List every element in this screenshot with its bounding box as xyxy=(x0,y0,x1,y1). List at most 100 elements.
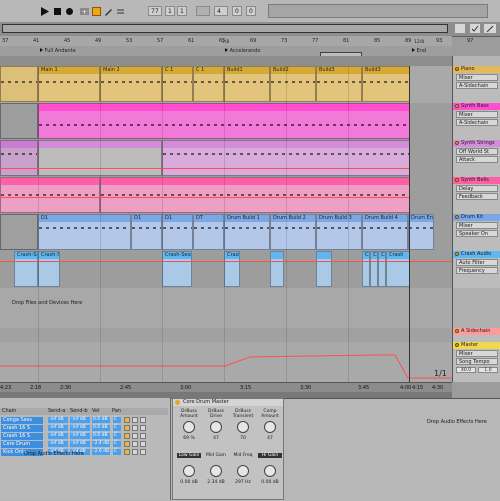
track-activator-icon[interactable] xyxy=(455,141,459,145)
arrangement-view[interactable]: Main 1 Main 2 C 1 C 1 Build1 Build2 Buil… xyxy=(0,66,452,382)
parameter-chooser[interactable]: A-Sidechain xyxy=(456,119,498,126)
stop-icon[interactable] xyxy=(53,7,62,16)
track-synth-strings-lane[interactable] xyxy=(0,140,452,178)
automation-arm-icon[interactable] xyxy=(92,7,101,16)
clip-crash[interactable]: Crash xyxy=(224,251,240,287)
clip-main-1[interactable]: Main 1 xyxy=(38,66,100,102)
position-beat[interactable]: 1 xyxy=(177,6,187,16)
clip-drum-end[interactable]: Drum End xyxy=(408,214,434,250)
clip-crash[interactable]: Crash-S xyxy=(38,251,60,287)
clip-dt[interactable]: DT xyxy=(193,214,224,250)
clip-drum-build-1[interactable]: Drum Build 1 xyxy=(224,214,270,250)
send-a-field[interactable]: -inf dB xyxy=(48,417,68,423)
parameter-chooser[interactable]: Frequency xyxy=(456,267,498,274)
solo-toggle[interactable] xyxy=(132,425,138,431)
device-activator-icon[interactable] xyxy=(175,400,180,405)
chain-name[interactable]: Conga Sess xyxy=(1,417,43,424)
track-activator-icon[interactable] xyxy=(455,67,459,71)
play-toggle[interactable] xyxy=(140,433,146,439)
volume-field[interactable]: 0.0 dB xyxy=(92,417,110,423)
draw-mode-icon[interactable] xyxy=(104,7,113,16)
chain-name[interactable]: Crash 16 S xyxy=(1,433,43,440)
clip-crash[interactable]: Cr xyxy=(362,251,370,287)
pan-field[interactable]: C xyxy=(113,425,121,431)
macro-knob[interactable] xyxy=(210,465,222,477)
tempo-field[interactable]: 77 xyxy=(148,6,162,16)
volume-field[interactable]: 0.0 dB xyxy=(92,425,110,431)
pan-field[interactable]: C xyxy=(113,417,121,423)
clip-build1[interactable]: Build1 xyxy=(224,66,270,102)
device-chooser[interactable]: Auto Filter xyxy=(456,259,498,266)
play-toggle[interactable] xyxy=(140,417,146,423)
clip-bells-2[interactable] xyxy=(100,177,410,213)
pencil-icon[interactable] xyxy=(484,24,496,33)
clip-strings-intro[interactable] xyxy=(0,140,38,176)
mute-toggle[interactable] xyxy=(124,425,130,431)
clip-crash[interactable]: Cr xyxy=(370,251,378,287)
track-header-crash-audio[interactable]: Crash Audio Auto Filter Frequency xyxy=(453,251,500,289)
track-header-a-sidechain[interactable]: A Sidechain xyxy=(453,328,500,343)
track-header-drum-kit[interactable]: Drum Kit Mixer Speaker On xyxy=(453,214,500,252)
volume-field[interactable]: -2.4 dB xyxy=(92,441,110,447)
clip-crash[interactable]: Crash-Sess xyxy=(162,251,192,287)
clip-build2[interactable]: Build2 xyxy=(270,66,316,102)
solo-toggle[interactable] xyxy=(132,433,138,439)
send-b-field[interactable]: -inf dB xyxy=(70,441,90,447)
pan-field[interactable]: C xyxy=(113,449,121,455)
clip-c1-b[interactable]: C 1 xyxy=(193,66,224,102)
volume-field[interactable]: 0.0 dB xyxy=(92,433,110,439)
clip-crash[interactable]: Crash-Sa xyxy=(14,251,38,287)
send-b-field[interactable]: -inf dB xyxy=(70,433,90,439)
macro-knob[interactable] xyxy=(183,421,195,433)
pan-field[interactable]: C xyxy=(113,441,121,447)
clip-build3-a[interactable]: Build3 xyxy=(316,66,362,102)
clip-crash[interactable]: Crash xyxy=(386,251,410,287)
volume-field[interactable]: -2.0 dB xyxy=(92,449,110,455)
loop-start-field[interactable]: 4 xyxy=(214,6,228,16)
parameter-chooser[interactable]: Speaker On xyxy=(456,230,498,237)
track-activator-icon[interactable] xyxy=(455,178,459,182)
mute-toggle[interactable] xyxy=(124,417,130,423)
drop-zone[interactable]: Drop Files and Devices Here xyxy=(0,288,452,329)
locator-full-andante[interactable]: Full Andante xyxy=(40,48,76,54)
device-chooser[interactable]: Mixer xyxy=(456,111,498,118)
arrangement-overview[interactable] xyxy=(0,22,500,37)
automation-line[interactable] xyxy=(0,261,452,262)
track-activator-icon[interactable] xyxy=(455,104,459,108)
clip-drum-build-3[interactable]: Drum Build 3 xyxy=(316,214,362,250)
macro-knob[interactable] xyxy=(237,421,249,433)
record-icon[interactable] xyxy=(65,7,74,16)
clip-main-2[interactable]: Main 2 xyxy=(100,66,162,102)
track-header-piano[interactable]: Piano Mixer A-Sidechain xyxy=(453,66,500,104)
macro-knob[interactable] xyxy=(237,465,249,477)
track-activator-icon[interactable] xyxy=(455,329,459,333)
send-a-field[interactable]: -inf dB xyxy=(48,441,68,447)
send-b-field[interactable]: -inf dB xyxy=(70,417,90,423)
clip-d1-a[interactable]: D1 xyxy=(38,214,131,250)
clip-build3-b[interactable]: Build3 xyxy=(362,66,410,102)
parameter-chooser[interactable]: Attack xyxy=(456,156,498,163)
clip-crash[interactable]: Cr xyxy=(378,251,386,287)
send-a-field[interactable]: -inf dB xyxy=(48,425,68,431)
clip-crash[interactable] xyxy=(270,251,284,287)
clip-d1-c[interactable]: D1 xyxy=(162,214,193,250)
track-activator-icon[interactable] xyxy=(455,215,459,219)
solo-toggle[interactable] xyxy=(132,417,138,423)
pan-field[interactable]: C xyxy=(113,433,121,439)
chain-row[interactable]: Crash 16 S -inf dB -inf dB 0.0 dB C xyxy=(0,425,168,432)
chain-name[interactable]: Crash 16 S xyxy=(1,425,43,432)
follow-icon[interactable] xyxy=(470,24,480,33)
macro-knob[interactable] xyxy=(210,421,222,433)
mute-toggle[interactable] xyxy=(124,433,130,439)
chain-row[interactable]: Core Drum -inf dB -inf dB -2.4 dB C xyxy=(0,441,168,448)
clip[interactable] xyxy=(0,66,38,102)
locator-end[interactable]: End xyxy=(412,48,426,54)
track-synth-bells-lane[interactable] xyxy=(0,177,452,215)
track-activator-icon[interactable] xyxy=(455,252,459,256)
clip-drum-build-2[interactable]: Drum Build 2 xyxy=(270,214,316,250)
track-header-synth-bells[interactable]: Synth Bells Delay Feedback xyxy=(453,177,500,215)
send-b-field[interactable]: -inf dB xyxy=(70,425,90,431)
position-bar[interactable]: 1 xyxy=(165,6,175,16)
clip-crash[interactable] xyxy=(316,251,332,287)
play-toggle[interactable] xyxy=(140,425,146,431)
